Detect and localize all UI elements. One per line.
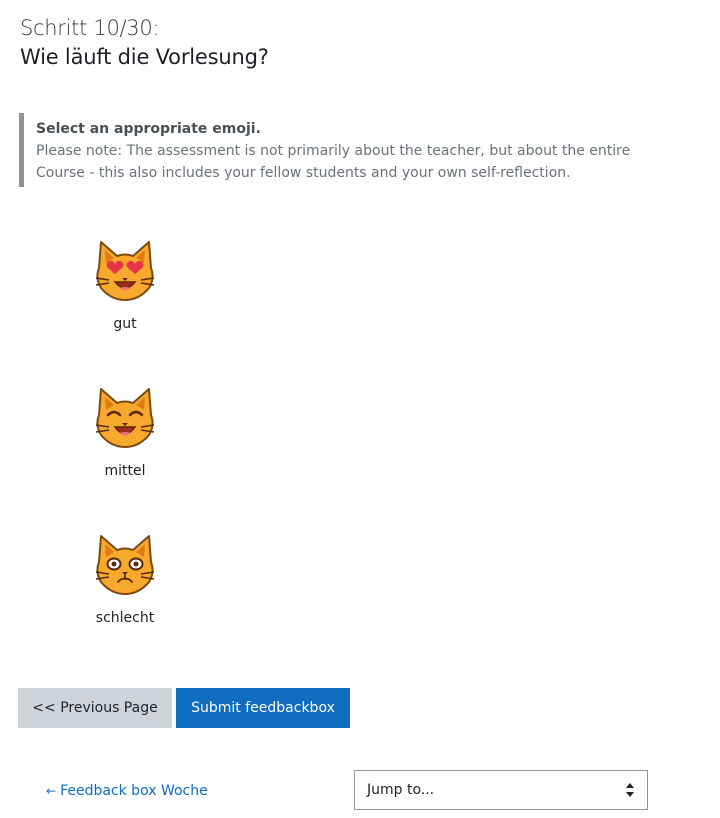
emoji-label: schlecht — [95, 610, 155, 626]
arrow-left-icon: ← — [46, 784, 57, 798]
back-link-label: Feedback box Woche — [60, 783, 208, 799]
step-question: Wie läuft die Vorlesung? — [20, 45, 269, 69]
step-header: Schritt 10/30: Wie läuft die Vorlesung? — [20, 14, 269, 72]
instructions-box: Select an appropriate emoji. Please note… — [19, 113, 659, 187]
jump-to-select[interactable]: Jump to... — [354, 770, 648, 810]
grinning-cat-icon — [95, 388, 155, 448]
back-to-feedback-link[interactable]: ← Feedback box Woche — [46, 781, 208, 801]
emoji-label: mittel — [104, 463, 146, 479]
submit-feedback-button[interactable]: Submit feedbackbox — [176, 688, 350, 728]
emoji-option-gut[interactable]: gut — [70, 238, 180, 385]
sort-caret-icon — [626, 783, 634, 797]
jump-to-value: Jump to... — [367, 782, 435, 798]
emoji-option-schlecht[interactable]: schlecht — [70, 532, 180, 679]
emoji-label: gut — [113, 316, 137, 332]
heart-eyes-cat-icon — [95, 241, 155, 301]
instructions-note: Please note: The assessment is not prima… — [36, 143, 631, 181]
previous-page-button[interactable]: << Previous Page — [18, 688, 172, 728]
emoji-option-mittel[interactable]: mittel — [70, 385, 180, 532]
instructions-title: Select an appropriate emoji. — [36, 121, 261, 137]
emoji-options: gut mittel schlecht — [70, 238, 180, 679]
weary-cat-icon — [95, 535, 155, 595]
step-counter: Schritt 10/30: — [20, 16, 160, 40]
